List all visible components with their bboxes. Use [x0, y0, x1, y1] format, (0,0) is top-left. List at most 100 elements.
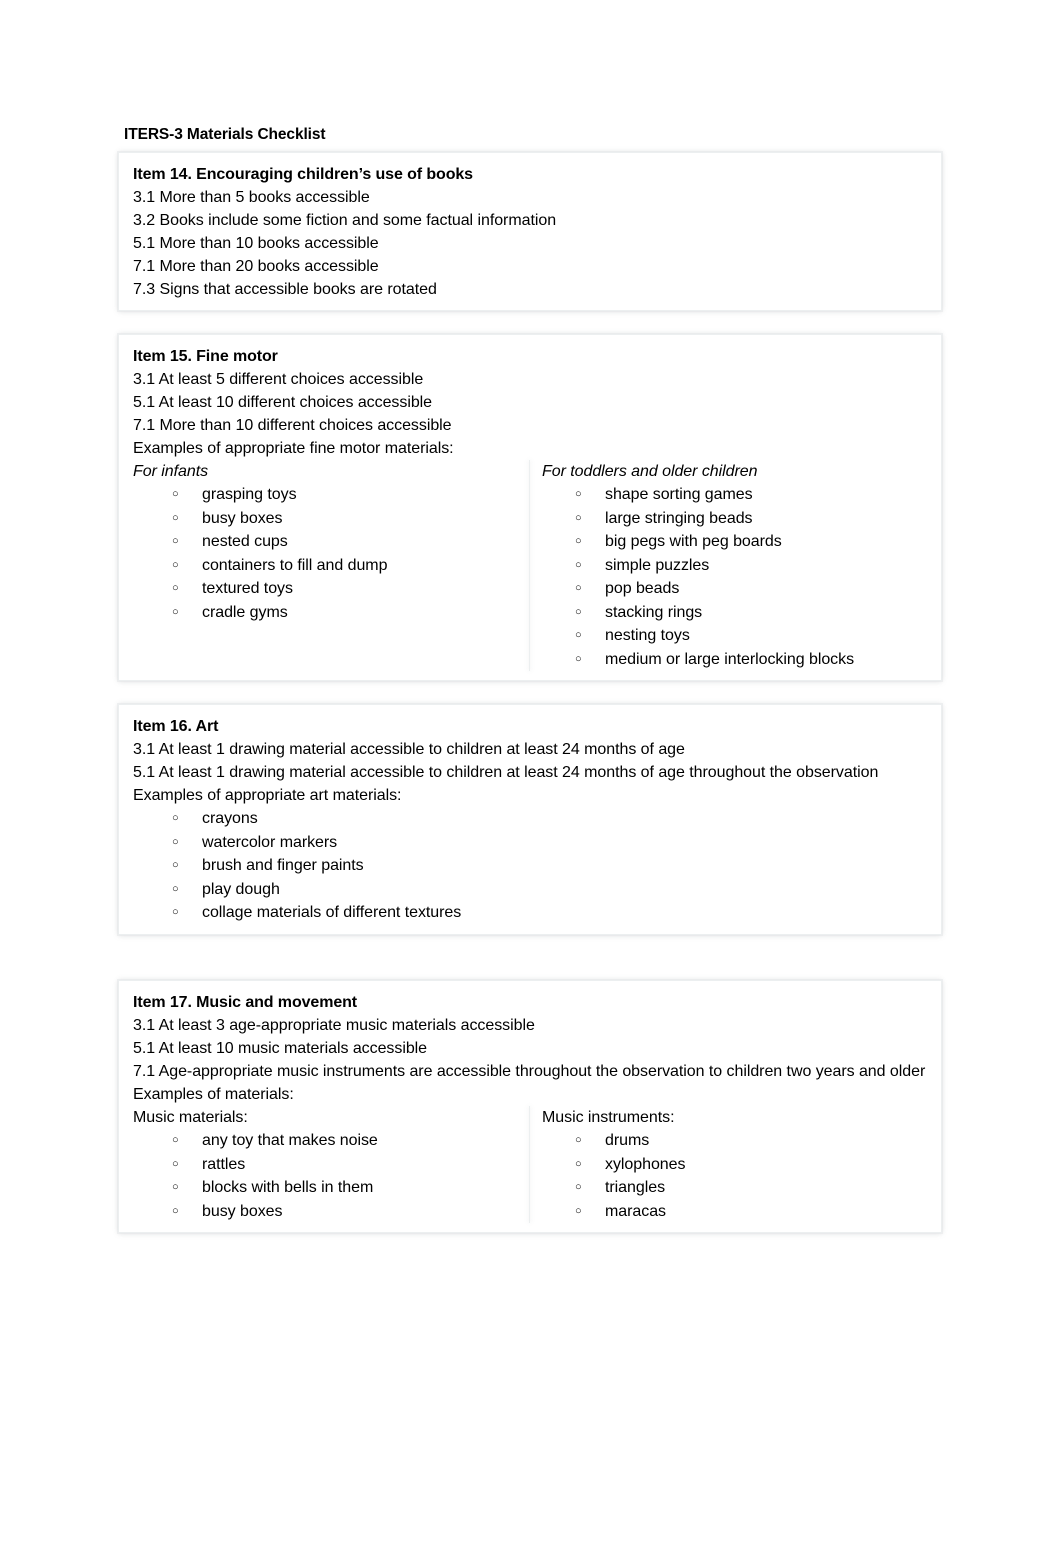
list-item: ○ collage materials of different textures — [133, 901, 927, 925]
bullet-list: ○ shape sorting games ○ large stringing be… — [542, 483, 927, 671]
list-item-label: nesting toys — [605, 627, 690, 644]
circle-bullet-icon: ○ — [575, 582, 582, 594]
list-item-label: crayons — [202, 810, 258, 827]
item-line: 5.1 At least 10 music materials accessib… — [133, 1040, 428, 1057]
circle-bullet-icon: ○ — [575, 629, 582, 641]
list-item-label: shape sorting games — [605, 486, 753, 503]
circle-bullet-icon: ○ — [172, 511, 179, 524]
list-item: ○ grasping toys — [133, 483, 521, 507]
list-item: ○ drums — [542, 1129, 927, 1153]
circle-bullet-icon: ○ — [172, 488, 179, 500]
column-right: For toddlers and older children ○ shape s… — [536, 460, 927, 671]
column-subheading: For infants — [133, 463, 209, 480]
list-item-label: play dough — [202, 880, 280, 898]
list-item: ○ nested cups — [133, 530, 521, 554]
circle-bullet-icon: ○ — [172, 1134, 179, 1146]
circle-bullet-icon: ○ — [172, 859, 179, 871]
item-line: 7.1 Age-appropriate music instruments ar… — [133, 1063, 926, 1080]
list-item: ○ maracas — [542, 1200, 927, 1224]
list-item-label: watercolor markers — [202, 833, 338, 851]
list-item-label: big pegs with peg boards — [605, 533, 782, 550]
item-heading: Item 14. Encouraging children’s use of b… — [133, 166, 473, 183]
circle-bullet-icon: ○ — [172, 835, 179, 848]
circle-bullet-icon: ○ — [575, 535, 582, 547]
circle-bullet-icon: ○ — [172, 882, 179, 895]
list-item-label: pop beads — [605, 580, 680, 597]
two-column-region: Music materials: ○ any toy that makes noi… — [133, 1106, 927, 1223]
list-item-label: blocks with bells in them — [202, 1179, 374, 1196]
item-heading: Item 16. Art — [133, 718, 219, 735]
list-item-label: containers to fill and dump — [202, 556, 388, 574]
item-line: 5.1 At least 1 drawing material accessib… — [133, 764, 879, 781]
list-item: ○ shape sorting games — [542, 483, 927, 507]
column-left: Music materials: ○ any toy that makes noi… — [133, 1106, 529, 1223]
column-subheading: Music materials: — [133, 1109, 248, 1126]
list-item-label: nested cups — [202, 533, 288, 550]
list-item-label: textured toys — [202, 580, 293, 597]
list-item-label: busy boxes — [202, 509, 283, 527]
circle-bullet-icon: ○ — [575, 1157, 582, 1170]
circle-bullet-icon: ○ — [172, 1181, 179, 1193]
list-item: ○ pop beads — [542, 577, 927, 601]
circle-bullet-icon: ○ — [172, 558, 179, 571]
list-item: ○ any toy that makes noise — [133, 1129, 521, 1153]
circle-bullet-icon: ○ — [575, 1134, 582, 1146]
circle-bullet-icon: ○ — [172, 1204, 179, 1217]
list-item-label: busy boxes — [202, 1202, 283, 1220]
two-column-region: For infants ○ grasping toys ○ busy boxes ○… — [133, 460, 927, 671]
list-item: ○ brush and finger paints — [133, 854, 927, 878]
circle-bullet-icon: ○ — [172, 1157, 179, 1170]
item-box-item15: Item 15. Fine motor 3.1 At least 5 diffe… — [118, 334, 942, 681]
circle-bullet-icon: ○ — [172, 582, 179, 594]
item-box-item14: Item 14. Encouraging children’s use of b… — [118, 152, 942, 311]
list-item-label: medium or large interlocking blocks — [605, 650, 855, 668]
list-item-label: stacking rings — [605, 603, 703, 621]
list-item-label: maracas — [605, 1202, 667, 1220]
list-item-label: brush and finger paints — [202, 857, 364, 874]
bullet-list: ○ crayons ○ watercolor markers ○ brush and … — [133, 807, 927, 925]
list-item: ○ simple puzzles — [542, 554, 927, 578]
item-line: 3.2 Books include some fiction and some … — [133, 212, 557, 229]
circle-bullet-icon: ○ — [575, 1204, 582, 1217]
bullet-list: ○ any toy that makes noise ○ rattles ○ bloc… — [133, 1129, 521, 1223]
item-line: Examples of appropriate art materials: — [133, 787, 402, 804]
item-line: 3.1 At least 5 different choices accessi… — [133, 371, 424, 388]
list-item-label: drums — [605, 1132, 650, 1149]
list-item-label: triangles — [605, 1179, 666, 1196]
list-item: ○ rattles — [133, 1153, 521, 1177]
list-item-label: cradle gyms — [202, 603, 288, 621]
list-item: ○ busy boxes — [133, 507, 521, 531]
page-title: ITERS-3 Materials Checklist — [124, 126, 326, 143]
document-page: ITERS-3 Materials Checklist Item 14. Enc… — [0, 0, 1062, 1556]
bullet-list: ○ drums ○ xylophones ○ triangles ○ maracas — [542, 1129, 927, 1223]
circle-bullet-icon: ○ — [575, 1181, 582, 1193]
list-item: ○ nesting toys — [542, 624, 927, 648]
list-item: ○ big pegs with peg boards — [542, 530, 927, 554]
item-line: 3.1 More than 5 books accessible — [133, 189, 370, 206]
list-item: ○ play dough — [133, 878, 927, 902]
item-heading: Item 15. Fine motor — [133, 348, 278, 365]
circle-bullet-icon: ○ — [172, 605, 179, 618]
circle-bullet-icon: ○ — [575, 605, 582, 618]
list-item: ○ cradle gyms — [133, 601, 521, 625]
circle-bullet-icon: ○ — [172, 812, 179, 824]
item-line: 7.3 Signs that accessible books are rota… — [133, 281, 437, 298]
list-item: ○ stacking rings — [542, 601, 927, 625]
list-item-label: any toy that makes noise — [202, 1132, 378, 1149]
list-item: ○ crayons — [133, 807, 927, 831]
list-item: ○ containers to fill and dump — [133, 554, 521, 578]
list-item: ○ large stringing beads — [542, 507, 927, 531]
list-item: ○ medium or large interlocking blocks — [542, 648, 927, 672]
circle-bullet-icon: ○ — [575, 652, 582, 665]
circle-bullet-icon: ○ — [575, 558, 582, 571]
list-item-label: grasping toys — [202, 486, 297, 503]
list-item-label: rattles — [202, 1155, 246, 1173]
column-subheading: Music instruments: — [542, 1109, 675, 1126]
item-box-item16: Item 16. Art 3.1 At least 1 drawing mate… — [118, 704, 942, 935]
circle-bullet-icon: ○ — [575, 488, 582, 500]
list-item: ○ textured toys — [133, 577, 521, 601]
item-line: 3.1 At least 3 age-appropriate music mat… — [133, 1017, 535, 1034]
list-item-label: xylophones — [605, 1155, 686, 1173]
list-item: ○ triangles — [542, 1176, 927, 1200]
list-item: ○ xylophones — [542, 1153, 927, 1177]
